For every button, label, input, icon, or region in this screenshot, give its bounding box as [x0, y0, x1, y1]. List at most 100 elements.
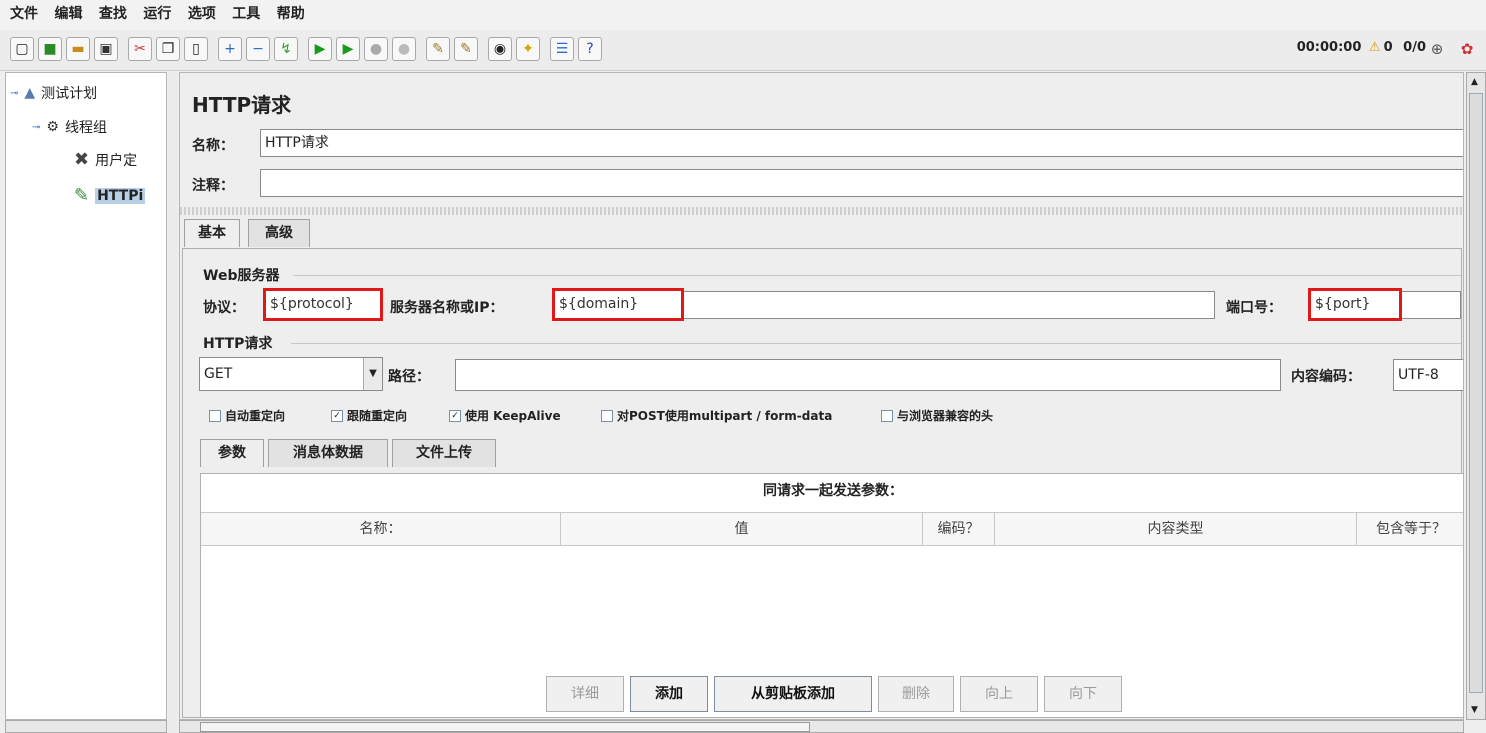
- expand-handle-icon[interactable]: ⊸: [32, 122, 40, 133]
- checkbox-box[interactable]: ✓: [449, 409, 461, 422]
- column-name[interactable]: 名称：: [201, 513, 561, 545]
- function-helper-icon[interactable]: ☰: [550, 37, 574, 61]
- collapse-icon[interactable]: −: [246, 37, 270, 61]
- column-content-type[interactable]: 内容类型: [995, 513, 1357, 545]
- tab-file-upload[interactable]: 文件上传: [392, 439, 496, 467]
- browser-headers-checkbox[interactable]: 与浏览器兼容的头: [881, 407, 993, 424]
- group-separator: [293, 275, 1461, 276]
- menu-help[interactable]: 帮助: [277, 0, 305, 28]
- toggle-icon[interactable]: ↯: [274, 37, 298, 61]
- multipart-checkbox[interactable]: 对POST使用multipart / form-data: [601, 407, 832, 424]
- move-up-button[interactable]: 向上: [960, 676, 1038, 712]
- chevron-down-icon[interactable]: ▼: [363, 358, 382, 390]
- checkbox-label: 与浏览器兼容的头: [897, 409, 994, 423]
- move-down-button[interactable]: 向下: [1044, 676, 1122, 712]
- tab-body-data[interactable]: 消息体数据: [268, 439, 388, 467]
- tree-node-http-request[interactable]: ✎ HTTPi: [74, 185, 146, 206]
- expand-handle-icon[interactable]: ⊸: [10, 88, 18, 99]
- warning-count: 0: [1383, 40, 1393, 55]
- content-encoding-field[interactable]: UTF-8: [1393, 359, 1463, 391]
- scroll-thumb[interactable]: [200, 722, 810, 732]
- log-icon[interactable]: ✿: [1456, 38, 1478, 60]
- gear-icon: ⚙: [46, 119, 59, 135]
- scroll-up-icon[interactable]: ▲: [1471, 77, 1478, 87]
- clear-icon[interactable]: ✎: [426, 37, 450, 61]
- checkbox-box[interactable]: [209, 409, 221, 422]
- menu-options[interactable]: 选项: [188, 0, 216, 28]
- cut-icon[interactable]: ✂: [128, 37, 152, 61]
- menu-edit[interactable]: 编辑: [54, 0, 82, 28]
- start-icon[interactable]: ▶: [308, 37, 332, 61]
- add-from-clipboard-button[interactable]: 从剪贴板添加: [714, 676, 872, 712]
- port-label: 端口号：: [1226, 300, 1282, 316]
- server-field[interactable]: ${domain}: [552, 288, 684, 321]
- menu-search[interactable]: 查找: [99, 0, 127, 28]
- shutdown-icon[interactable]: ●: [392, 37, 416, 61]
- expand-icon[interactable]: +: [218, 37, 242, 61]
- vertical-scrollbar[interactable]: ▲ ▼: [1466, 72, 1486, 720]
- scroll-thumb[interactable]: [1469, 93, 1483, 693]
- reset-search-icon[interactable]: ✦: [516, 37, 540, 61]
- checkbox-label: 使用 KeepAlive: [465, 409, 561, 423]
- tree-node-thread-group[interactable]: ⊸ ⚙ 线程组: [32, 117, 107, 137]
- help-icon[interactable]: ?: [578, 37, 602, 61]
- tree-label: 用户定: [95, 152, 138, 169]
- tab-advanced[interactable]: 高级: [248, 219, 310, 247]
- http-request-panel: HTTP请求 名称： HTTP请求 注释： 基本 高级 Web服务器 协议： $…: [179, 72, 1464, 720]
- horizontal-scrollbar[interactable]: [179, 720, 1464, 733]
- auto-redirect-checkbox[interactable]: 自动重定向: [209, 407, 285, 424]
- add-button[interactable]: 添加: [630, 676, 708, 712]
- tab-parameters[interactable]: 参数: [200, 439, 264, 467]
- scroll-down-icon[interactable]: ▼: [1471, 705, 1478, 715]
- collapse-divider[interactable]: [180, 207, 1463, 215]
- checkbox-box[interactable]: [601, 409, 613, 422]
- warning-icon[interactable]: ⚠: [1369, 40, 1381, 55]
- column-encode[interactable]: 编码？: [923, 513, 995, 545]
- tree-label: 线程组: [64, 120, 107, 136]
- pipette-icon: ✎: [74, 185, 90, 206]
- save-icon[interactable]: ▣: [94, 37, 118, 61]
- comment-label: 注释：: [192, 178, 234, 194]
- clear-all-icon[interactable]: ✎: [454, 37, 478, 61]
- checkbox-box[interactable]: ✓: [331, 409, 343, 422]
- paste-icon[interactable]: ▯: [184, 37, 208, 61]
- follow-redirect-checkbox[interactable]: ✓ 跟随重定向: [331, 407, 407, 424]
- remote-icon[interactable]: ⊕: [1426, 38, 1448, 60]
- table-caption: 同请求一起发送参数：: [763, 483, 903, 499]
- tree-horizontal-scrollbar[interactable]: [5, 720, 167, 733]
- checkbox-box[interactable]: [881, 409, 893, 422]
- protocol-label: 协议：: [203, 300, 245, 316]
- templates-icon[interactable]: ■: [38, 37, 62, 61]
- method-select[interactable]: GET ▼: [199, 357, 383, 391]
- tab-basic[interactable]: 基本: [184, 219, 240, 247]
- comment-field[interactable]: [260, 169, 1463, 197]
- name-field[interactable]: HTTP请求: [260, 129, 1463, 157]
- copy-icon[interactable]: ❐: [156, 37, 180, 61]
- table-header: 名称： 值 编码？ 内容类型 包含等于？: [201, 512, 1463, 546]
- protocol-field[interactable]: ${protocol}: [263, 288, 383, 321]
- wrench-icon: ✖: [74, 149, 90, 170]
- tree-node-test-plan[interactable]: ⊸ ▲ 测试计划: [10, 83, 97, 103]
- flask-icon: ▲: [24, 85, 36, 101]
- start-no-pause-icon[interactable]: ▶: [336, 37, 360, 61]
- keepalive-checkbox[interactable]: ✓ 使用 KeepAlive: [449, 407, 561, 424]
- menu-tools[interactable]: 工具: [232, 0, 260, 28]
- path-label: 路径：: [388, 369, 430, 385]
- stop-icon[interactable]: ●: [364, 37, 388, 61]
- menu-file[interactable]: 文件: [10, 0, 38, 28]
- column-include-equals[interactable]: 包含等于？: [1357, 513, 1463, 545]
- delete-button[interactable]: 删除: [878, 676, 954, 712]
- group-separator: [291, 343, 1461, 344]
- open-icon[interactable]: ▬: [66, 37, 90, 61]
- port-field[interactable]: ${port}: [1308, 288, 1402, 321]
- menu-bar: 文件 编辑 查找 运行 选项 工具 帮助: [0, 0, 1486, 30]
- path-field[interactable]: [455, 359, 1281, 391]
- search-icon[interactable]: ◉: [488, 37, 512, 61]
- split-divider[interactable]: [168, 72, 178, 733]
- tree-node-user-defined[interactable]: ✖ 用户定: [74, 149, 137, 170]
- method-value: GET: [204, 366, 233, 382]
- new-icon[interactable]: ▢: [10, 37, 34, 61]
- menu-run[interactable]: 运行: [143, 0, 171, 28]
- column-value[interactable]: 值: [561, 513, 923, 545]
- detail-button[interactable]: 详细: [546, 676, 624, 712]
